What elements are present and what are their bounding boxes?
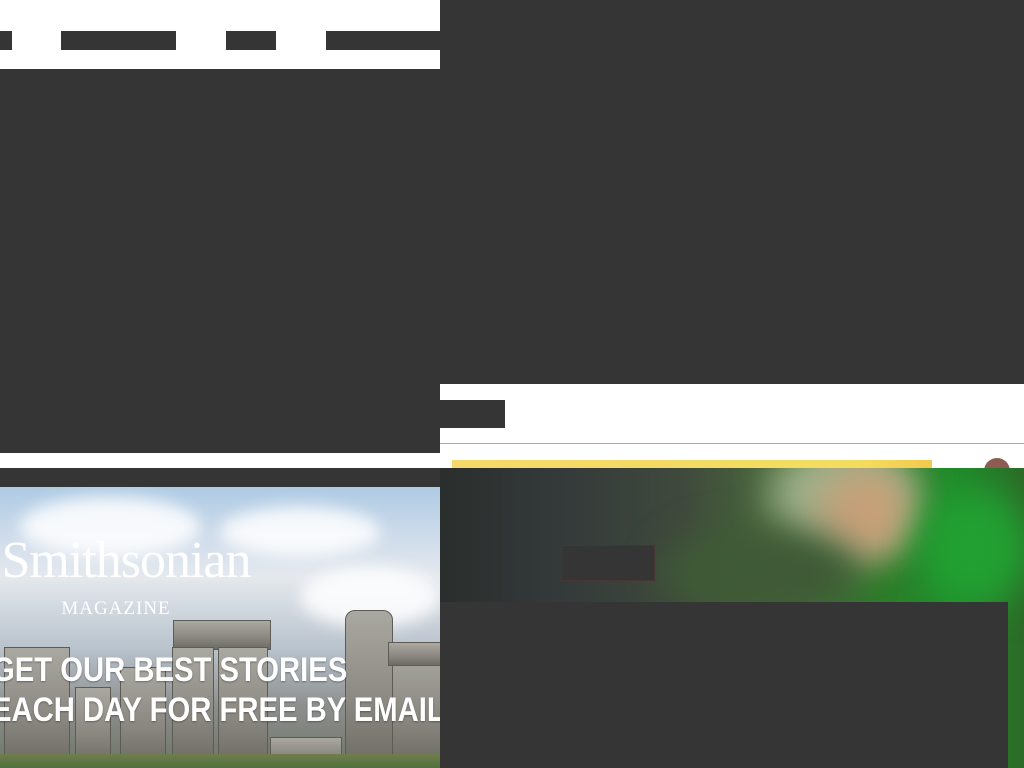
photo-tag[interactable] [561, 545, 655, 581]
nav-item-1[interactable] [0, 31, 12, 50]
top-nav [0, 0, 440, 69]
nav-item-3[interactable] [226, 31, 276, 50]
nav-item-2[interactable] [61, 31, 176, 50]
yellow-accent-bar [452, 460, 932, 468]
promo-headline-line-1: GET OUR BEST STORIES [0, 651, 348, 689]
logo-subtitle: MAGAZINE [61, 598, 171, 619]
stage-light [920, 488, 1024, 608]
grass-strip [0, 754, 440, 768]
newsletter-promo[interactable]: Smithsonian MAGAZINE GET OUR BEST STORIE… [0, 487, 440, 768]
nav-item-4[interactable] [326, 31, 440, 50]
content-panel [440, 602, 1008, 768]
stone-lintel [173, 620, 271, 650]
left-divider [0, 453, 440, 468]
promo-headline-line-2: EACH DAY FOR FREE BY EMAIL [0, 691, 440, 729]
right-header-strip [440, 384, 1024, 444]
stone-pillar [345, 610, 393, 768]
right-strip-block[interactable] [440, 400, 505, 428]
stone-lintel [388, 642, 440, 666]
article-photo[interactable] [440, 468, 1024, 768]
logo: Smithsonian [1, 532, 251, 589]
